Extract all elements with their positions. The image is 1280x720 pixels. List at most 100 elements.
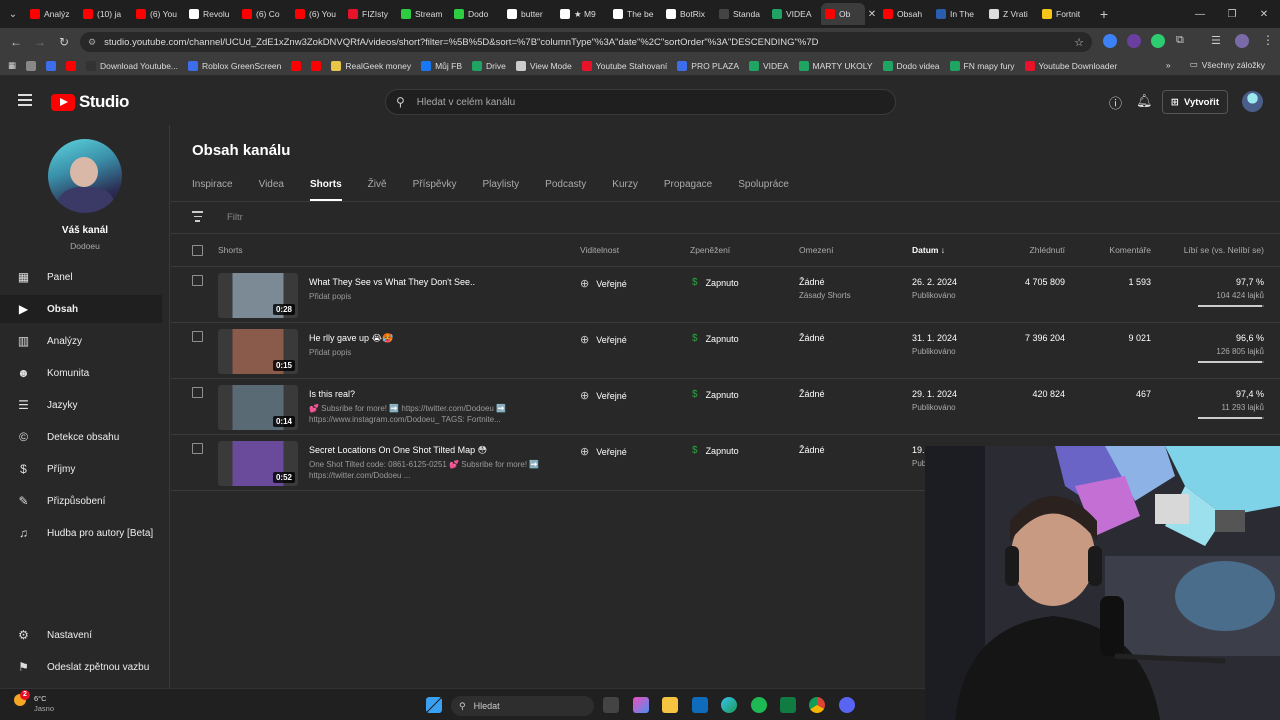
video-thumbnail[interactable]: 0:14 <box>218 385 298 430</box>
sidebar-item-0[interactable]: ▦ Panel <box>0 263 162 291</box>
browser-tab[interactable]: FIZIsty <box>344 3 397 25</box>
content-tab[interactable]: Inspirace <box>192 173 233 201</box>
browser-tab[interactable]: Obsah <box>879 3 932 25</box>
row-checkbox[interactable] <box>192 387 203 398</box>
profile-icon[interactable] <box>1235 34 1249 48</box>
apps-icon[interactable]: ▦ <box>0 60 21 71</box>
video-title[interactable]: Secret Locations On One Shot Tilted Map … <box>309 445 487 456</box>
bookmark-item[interactable]: View Mode <box>511 60 577 71</box>
video-title[interactable]: Is this real? <box>309 389 355 399</box>
windows-start-icon[interactable] <box>426 697 442 713</box>
browser-tab[interactable]: BotRix <box>662 3 715 25</box>
sidebar-item-5[interactable]: © Detekce obsahu <box>0 423 162 451</box>
content-tab[interactable]: Shorts <box>309 173 342 201</box>
bookmark-item[interactable] <box>306 60 326 71</box>
browser-tab[interactable]: Z Vrati <box>985 3 1038 25</box>
forward-icon[interactable]: → <box>28 35 52 49</box>
tab-search-menu[interactable]: ⌄ <box>0 0 26 28</box>
bookmark-item[interactable]: Roblox GreenScreen <box>183 60 286 71</box>
spotify-icon[interactable] <box>751 697 767 713</box>
browser-tab[interactable]: Analýz <box>26 3 79 25</box>
browser-tab[interactable]: The be <box>609 3 662 25</box>
create-button[interactable]: ⊞ Vytvořit <box>1162 90 1228 114</box>
extension-icon[interactable] <box>1151 34 1165 48</box>
video-thumbnail[interactable]: 0:15 <box>218 329 298 374</box>
hamburger-menu-icon[interactable] <box>18 94 32 106</box>
bookmark-item[interactable] <box>21 60 41 71</box>
close-tab-icon[interactable]: ✕ <box>865 9 879 20</box>
bookmark-item[interactable]: VIDEA <box>744 60 794 71</box>
filter-icon[interactable] <box>192 211 203 225</box>
account-avatar[interactable] <box>1242 91 1263 112</box>
table-row[interactable]: 0:14 Is this real? 💕 Subsribe for more! ➡️… <box>171 379 1280 435</box>
browser-tab[interactable]: (6) Co <box>238 3 291 25</box>
monetization-cell[interactable]: $ Zapnuto <box>692 389 739 400</box>
restore-icon[interactable]: ❐ <box>1216 0 1248 28</box>
bookmark-item[interactable] <box>286 60 306 71</box>
visibility-cell[interactable]: ⊕ Veřejné <box>580 445 627 458</box>
bookmark-item[interactable]: Download Youtube... <box>81 60 183 71</box>
studio-logo[interactable]: Studio <box>51 92 129 112</box>
bookmark-item[interactable]: Dodo videa <box>878 60 945 71</box>
help-icon[interactable]: ⓘ <box>1109 93 1122 112</box>
sidebar-item-2[interactable]: ▥ Analýzy <box>0 327 162 355</box>
sidebar-item-6[interactable]: $ Příjmy <box>0 455 162 483</box>
content-tab[interactable]: Propagace <box>664 173 712 201</box>
browser-tab[interactable]: Fortnit <box>1038 3 1091 25</box>
col-views[interactable]: Zhlédnutí <box>1030 245 1065 255</box>
browser-tab[interactable]: (10) ja <box>79 3 132 25</box>
bookmark-item[interactable]: FN mapy fury <box>945 60 1020 71</box>
visibility-cell[interactable]: ⊕ Veřejné <box>580 389 627 402</box>
bookmark-item[interactable]: Youtube Stahovaní <box>577 60 673 71</box>
taskbar-search[interactable]: ⚲ Hledat <box>451 696 594 716</box>
bookmark-item[interactable]: Youtube Downloader <box>1020 60 1123 71</box>
content-tab[interactable]: Kurzy <box>612 173 638 201</box>
col-likes[interactable]: Líbí se (vs. Nelíbí se) <box>1184 245 1264 255</box>
outlook-icon[interactable] <box>692 697 708 713</box>
visibility-cell[interactable]: ⊕ Veřejné <box>580 277 627 290</box>
sidebar-item-8[interactable]: ♫ Hudba pro autory [Beta] <box>0 519 162 547</box>
content-tab[interactable]: Příspěvky <box>413 173 457 201</box>
url-field[interactable]: ⚙ studio.youtube.com/channel/UCUd_ZdE1xZ… <box>80 32 1092 52</box>
sidebar-item-3[interactable]: ☻ Komunita <box>0 359 162 387</box>
browser-tab[interactable]: Dodo <box>450 3 503 25</box>
browser-tab[interactable]: Stream <box>397 3 450 25</box>
channel-search-input[interactable]: ⚲ Hledat v celém kanálu <box>385 89 896 115</box>
video-thumbnail[interactable]: 0:52 <box>218 441 298 486</box>
discord-icon[interactable] <box>839 697 855 713</box>
back-icon[interactable]: ← <box>4 35 28 49</box>
col-comments[interactable]: Komentáře <box>1109 245 1151 255</box>
video-title[interactable]: He rlly gave up 😭🥵 <box>309 333 393 344</box>
copilot-icon[interactable] <box>633 697 649 713</box>
col-visibility[interactable]: Viditelnost <box>580 245 619 255</box>
kebab-menu-icon[interactable]: ⋮ <box>1262 33 1274 47</box>
bookmark-item[interactable] <box>61 60 81 71</box>
puzzle-icon[interactable]: ⧉ <box>1176 34 1184 47</box>
file-explorer-icon[interactable] <box>662 697 678 713</box>
sidebar-item-1[interactable]: ▶ Obsah <box>0 295 162 323</box>
bookmarks-folder[interactable]: ▭ Všechny záložky <box>1185 59 1270 70</box>
content-tab[interactable]: Playlisty <box>482 173 519 201</box>
sidebar-item-settings[interactable]: ⚙ Nastavení <box>0 621 162 649</box>
col-monetization[interactable]: Zpeněžení <box>690 245 730 255</box>
channel-avatar[interactable] <box>48 139 122 213</box>
excel-icon[interactable] <box>780 697 796 713</box>
video-thumbnail[interactable]: 0:28 <box>218 273 298 318</box>
browser-tab[interactable]: butter <box>503 3 556 25</box>
new-tab-button[interactable]: + <box>1091 6 1117 22</box>
reload-icon[interactable]: ↻ <box>52 35 76 49</box>
browser-tab[interactable]: (6) You <box>132 3 185 25</box>
col-date-sort[interactable]: Datum ↓ <box>912 245 945 255</box>
task-view-icon[interactable] <box>603 697 619 713</box>
content-tab[interactable]: Podcasty <box>545 173 586 201</box>
bookmark-star-icon[interactable]: ☆ <box>1074 36 1084 49</box>
browser-tab[interactable]: VIDEA <box>768 3 821 25</box>
bookmark-item[interactable] <box>41 60 61 71</box>
extension-icon[interactable] <box>1103 34 1117 48</box>
select-all-checkbox[interactable] <box>192 245 203 256</box>
minimize-icon[interactable]: — <box>1184 0 1216 28</box>
weather-widget[interactable]: 2 6°C Jasno <box>14 690 54 713</box>
tab-strip-icon[interactable]: ☰ <box>1211 34 1221 47</box>
bookmark-item[interactable]: RealGeek money <box>326 60 416 71</box>
browser-tab[interactable]: Standa <box>715 3 768 25</box>
